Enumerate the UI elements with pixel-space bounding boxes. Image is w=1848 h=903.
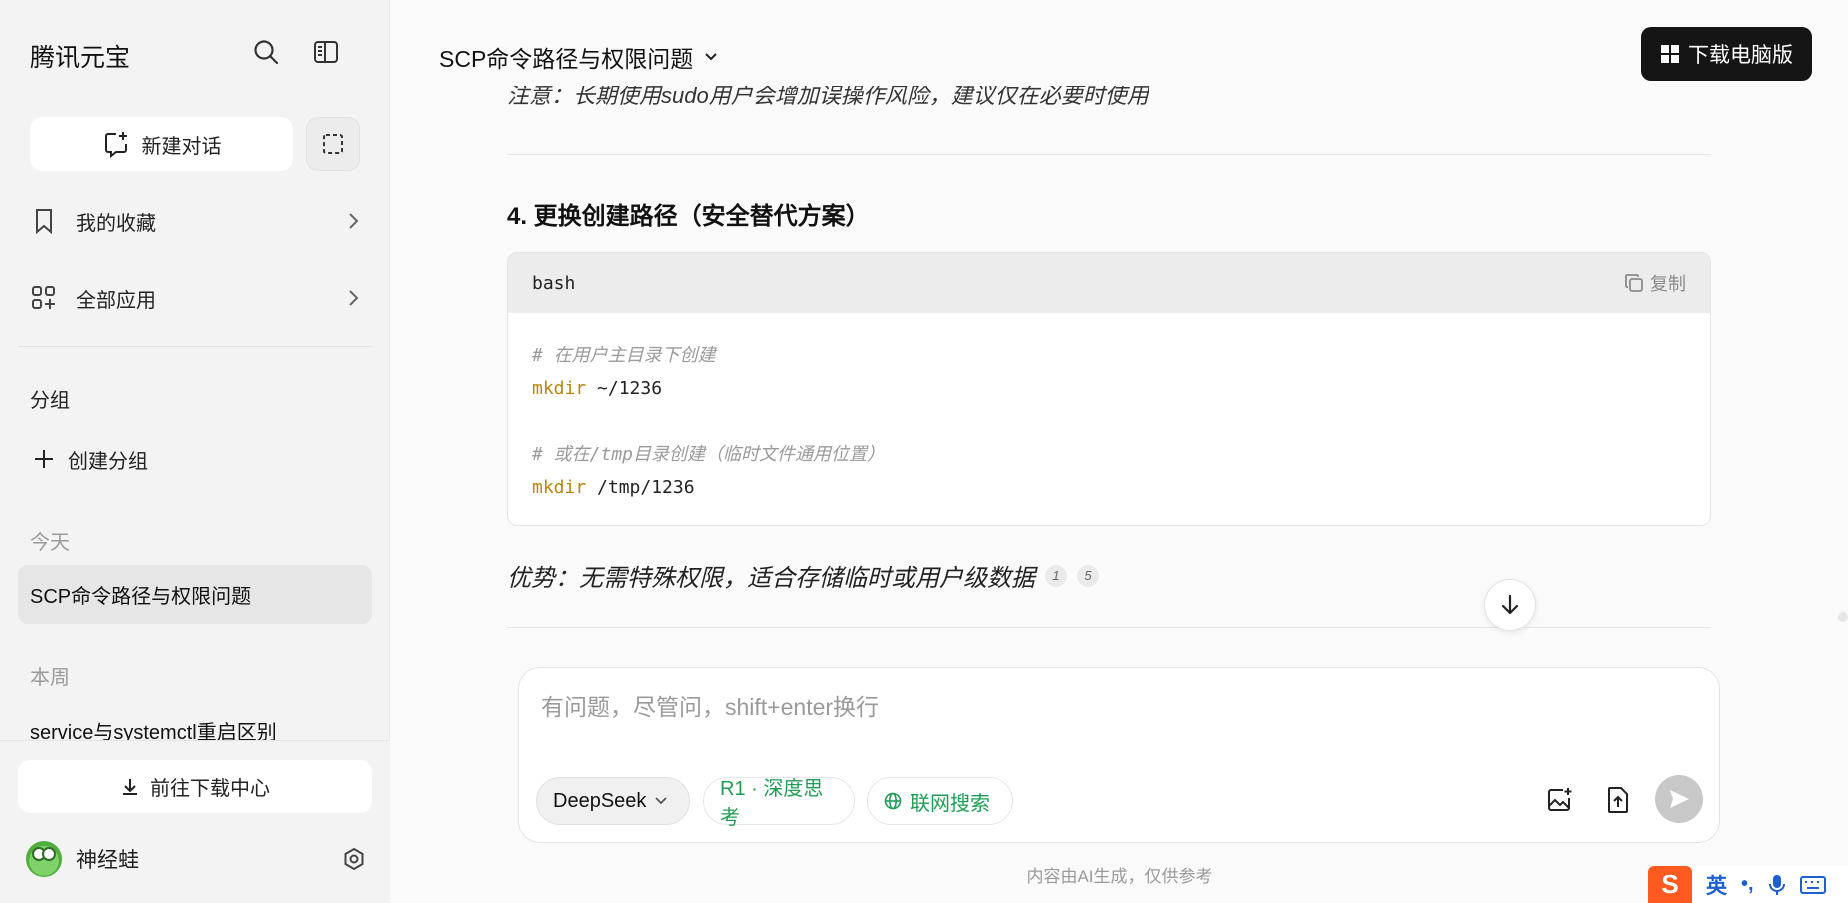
search-icon: [254, 40, 279, 65]
sidebar-item-all-apps[interactable]: 全部应用: [30, 278, 360, 318]
chat-input-box: DeepSeek R1 · 深度思考 联网搜索: [518, 667, 1720, 843]
search-button[interactable]: [250, 36, 282, 68]
ai-disclaimer: 内容由AI生成，仅供参考: [1026, 867, 1213, 886]
note-text-partial: 注意：长期使用sudo用户会增加误操作风险，建议仅在必要时使用: [507, 86, 1149, 108]
toggle-sidebar-button[interactable]: [310, 36, 342, 68]
copy-code-button[interactable]: 复制: [1624, 270, 1686, 296]
code-line: # 或在/tmp目录创建（临时文件通用位置）: [532, 444, 886, 465]
upload-image-button[interactable]: [1538, 778, 1582, 822]
main-area: SCP命令路径与权限问题 下载电脑版 注意：长期使用sudo用户会增加误操作风险…: [391, 0, 1848, 903]
chevron-down-icon: [705, 53, 718, 61]
conversation-item[interactable]: service与systemctl重启区别: [30, 716, 360, 740]
create-group-label: 创建分组: [68, 450, 148, 473]
section-heading: 4. 更换创建路径（安全替代方案）: [507, 203, 870, 230]
image-add-icon: [1548, 788, 1572, 811]
deep-think-label: R1 · 深度思考: [720, 778, 824, 829]
sidebar: 腾讯元宝 新建对话 我的收藏 全部应用 分组 创建分组 今天 SCP命令路径与权…: [0, 0, 390, 903]
bookmark-icon: [30, 207, 58, 235]
scroll-to-bottom-button[interactable]: [1484, 579, 1536, 631]
copy-icon: [1625, 274, 1643, 292]
conversation-item-active[interactable]: SCP命令路径与权限问题: [18, 565, 372, 624]
citation-badge[interactable]: 1: [1045, 564, 1067, 587]
multi-select-button[interactable]: [306, 117, 360, 171]
code-block-header: bash 复制: [508, 253, 1710, 313]
conversation-title: SCP命令路径与权限问题: [439, 46, 694, 72]
apps-grid-icon: [30, 284, 58, 312]
download-pc-label: 下载电脑版: [1688, 44, 1793, 67]
windows-icon: [1661, 45, 1679, 63]
code-language: bash: [532, 272, 576, 294]
section-divider: [507, 627, 1711, 628]
user-profile: 神经蛙: [26, 839, 366, 879]
code-line: # 在用户主目录下创建: [532, 345, 716, 366]
plus-icon: [35, 450, 53, 468]
today-label: 今天: [30, 532, 70, 554]
deep-think-toggle[interactable]: R1 · 深度思考: [703, 777, 855, 829]
new-chat-label: 新建对话: [141, 135, 222, 158]
download-center-button[interactable]: 前往下载中心: [18, 760, 372, 813]
download-pc-button[interactable]: 下载电脑版: [1641, 27, 1812, 81]
model-label: DeepSeek: [553, 789, 647, 812]
chat-input[interactable]: [541, 688, 1681, 748]
new-chat-icon: [104, 132, 127, 158]
upload-file-button[interactable]: [1596, 778, 1640, 822]
code-line: mkdir /tmp/1236: [532, 477, 695, 498]
chevron-right-icon: [346, 288, 360, 308]
ime-logo[interactable]: S: [1648, 866, 1692, 903]
create-group-button[interactable]: 创建分组: [34, 443, 148, 475]
settings-icon: [344, 847, 364, 871]
citation-badge[interactable]: 5: [1077, 564, 1099, 587]
download-center-label: 前往下载中心: [150, 778, 270, 800]
model-selector[interactable]: DeepSeek: [536, 777, 690, 825]
keyboard-icon[interactable]: [1799, 875, 1826, 895]
advantage-text-row: 优势：无需特殊权限，适合存储临时或用户级数据 1 5: [507, 558, 1099, 593]
sidebar-item-favorites[interactable]: 我的收藏: [30, 201, 360, 241]
sidebar-item-label: 我的收藏: [76, 212, 156, 235]
sidebar-footer: 前往下载中心 神经蛙: [0, 740, 390, 903]
sidebar-toggle-icon: [314, 41, 338, 63]
scrollbar-thumb[interactable]: [1838, 612, 1848, 622]
download-icon: [123, 778, 137, 795]
microphone-icon[interactable]: [1768, 873, 1786, 897]
chevron-down-icon: [655, 797, 668, 805]
web-search-toggle[interactable]: 联网搜索: [867, 777, 1013, 825]
section-divider: [507, 154, 1711, 155]
send-button[interactable]: [1655, 775, 1703, 823]
send-icon: [1670, 790, 1689, 808]
week-label: 本周: [30, 667, 70, 689]
select-frame-icon: [323, 134, 343, 154]
groups-title: 分组: [30, 390, 70, 412]
sidebar-divider: [18, 346, 372, 347]
copy-label: 复制: [1650, 274, 1686, 294]
settings-button[interactable]: [342, 847, 366, 871]
new-chat-button[interactable]: 新建对话: [30, 117, 293, 171]
ime-toolbar[interactable]: S 英 •,: [1648, 866, 1848, 903]
advantage-text: 优势：无需特殊权限，适合存储临时或用户级数据: [507, 565, 1035, 592]
user-name: 神经蛙: [76, 849, 139, 872]
code-line: mkdir ~/1236: [532, 378, 663, 399]
brand-title: 腾讯元宝: [30, 44, 131, 72]
ime-language-toggle[interactable]: 英: [1706, 870, 1727, 900]
code-block: bash 复制 # 在用户主目录下创建 mkdir ~/1236 # 或在/tm…: [507, 252, 1711, 526]
web-search-label: 联网搜索: [910, 792, 990, 815]
ime-punct-toggle[interactable]: •,: [1741, 873, 1754, 896]
chevron-right-icon: [346, 211, 360, 231]
globe-icon: [884, 792, 902, 810]
arrow-down-icon: [1501, 594, 1519, 615]
file-upload-icon: [1608, 787, 1628, 813]
code-body: # 在用户主目录下创建 mkdir ~/1236 # 或在/tmp目录创建（临时…: [508, 313, 1710, 525]
avatar[interactable]: [26, 841, 62, 877]
conversation-title-dropdown[interactable]: SCP命令路径与权限问题: [439, 40, 719, 74]
sidebar-item-label: 全部应用: [76, 289, 156, 312]
